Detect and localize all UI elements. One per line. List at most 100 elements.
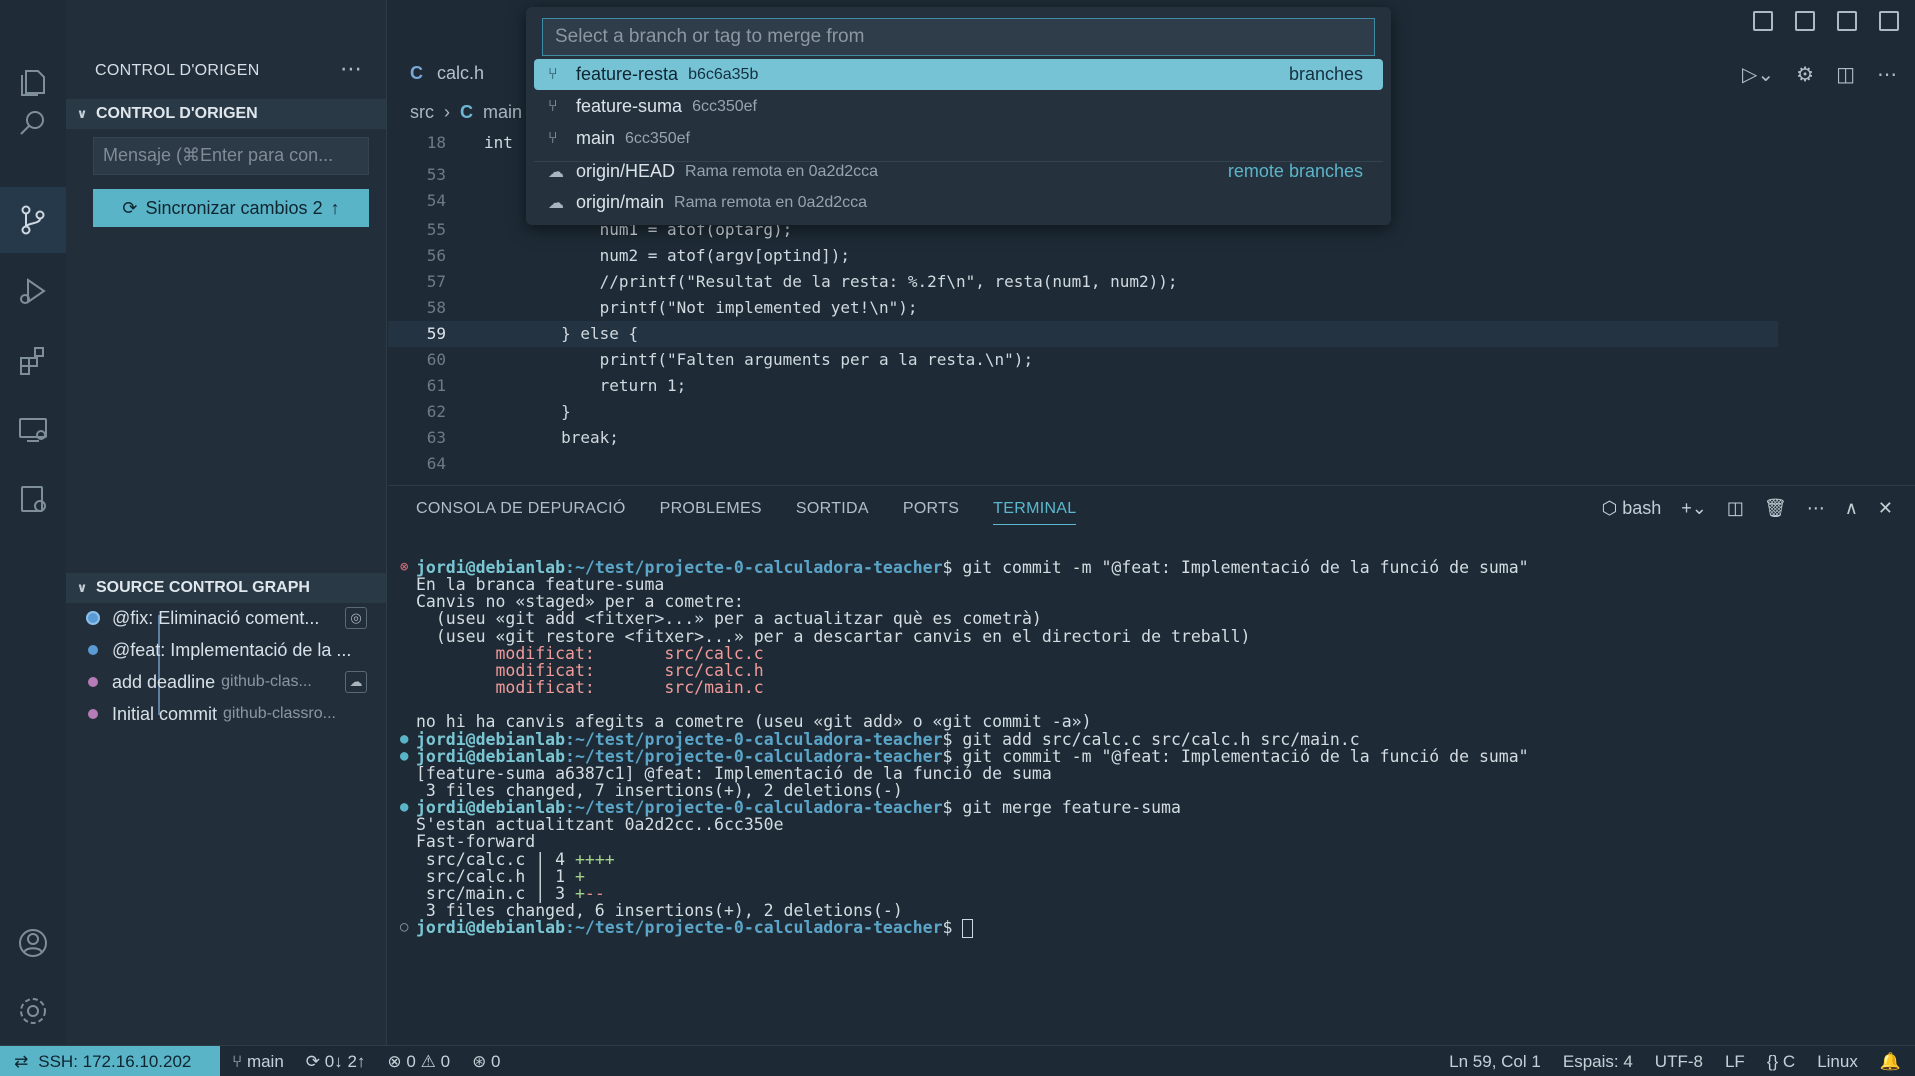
os-indicator[interactable]: Linux	[1817, 1052, 1858, 1072]
tab-debug-console[interactable]: CONSOLA DE DEPURACIÓ	[416, 500, 626, 525]
sync-changes-button[interactable]: ⟳ Sincronizar cambios 2 ↑	[93, 189, 369, 227]
source-control-icon[interactable]	[0, 187, 66, 253]
prompt-user: jordi@debianlab	[416, 746, 566, 766]
settings-icon[interactable]: ⚙	[1796, 62, 1814, 87]
diff-insertions: +	[574, 866, 585, 886]
code-line[interactable]: 61 return 1;	[388, 373, 1778, 399]
graph-commit[interactable]: @fix: Eliminació coment... ◎	[66, 603, 386, 633]
split-editor-icon[interactable]: ◫	[1836, 62, 1855, 87]
warning-icon: ⚠	[420, 1051, 436, 1071]
problems-indicator[interactable]: ⊗ 0 ⚠ 0	[387, 1052, 450, 1072]
prompt-user: jordi@debianlab	[416, 729, 566, 749]
ports-indicator[interactable]: ⊛ 0	[472, 1052, 500, 1072]
new-terminal-icon[interactable]: +⌄	[1681, 498, 1707, 519]
status-word: modificat:	[416, 678, 595, 698]
remote-explorer-icon[interactable]	[0, 396, 66, 462]
command-text: $ git commit -m "@feat: Implementació de…	[942, 746, 1529, 766]
terminal-line: modificat: src/main.c	[416, 678, 763, 698]
command-text: $ git add src/calc.c src/calc.h src/main…	[942, 729, 1360, 749]
source-control-section-header[interactable]: ∨ CONTROL D'ORIGEN	[66, 99, 386, 129]
toggle-panel-icon[interactable]	[1795, 11, 1815, 31]
terminal-line: ⊗ jordi@debianlab:~/test/projecte-0-calcu…	[400, 558, 1529, 577]
item-label: main	[576, 128, 616, 148]
notifications-bell-icon[interactable]: 🔔	[1880, 1052, 1901, 1072]
commit-label: Initial commit	[112, 703, 218, 724]
commit-message-input[interactable]: Mensaje (⌘Enter para con...	[93, 137, 369, 175]
language-mode[interactable]: {} C	[1767, 1052, 1795, 1072]
end-of-line[interactable]: LF	[1725, 1052, 1745, 1072]
c-file-icon: C	[410, 62, 423, 83]
error-icon: ⊗	[387, 1051, 402, 1071]
code-line[interactable]: 62 }	[388, 399, 1778, 425]
quick-pick-item[interactable]: ⑂ feature-suma 6cc350ef	[534, 91, 1383, 122]
breadcrumb-file[interactable]: main	[483, 102, 522, 123]
command-decoration-icon[interactable]: ○	[400, 919, 408, 936]
indentation[interactable]: Espais: 4	[1563, 1052, 1633, 1072]
terminal-selector[interactable]: ⬡ bash	[1601, 498, 1661, 519]
customize-layout-icon[interactable]	[1879, 11, 1899, 31]
prompt-user: jordi@debianlab	[416, 798, 566, 818]
code-line[interactable]: 64	[388, 451, 1778, 477]
terminal-line: Canvis no «staged» per a cometre:	[416, 592, 744, 612]
quick-pick-item[interactable]: ☁ origin/HEAD Rama remota en 0a2d2cca re…	[534, 156, 1383, 187]
run-icon[interactable]: ▷⌄	[1742, 62, 1774, 87]
maximize-panel-icon[interactable]: ∧	[1845, 498, 1858, 519]
tab-terminal[interactable]: TERMINAL	[993, 500, 1077, 525]
commit-dot	[88, 613, 98, 623]
remote-indicator[interactable]: ⇄ SSH: 172.16.10.202	[0, 1046, 220, 1076]
quick-pick-item[interactable]: ☁ origin/main Rama remota en 0a2d2cca	[534, 187, 1383, 218]
sidebar-title: CONTROL D'ORIGEN	[95, 62, 260, 79]
graph-commit[interactable]: @feat: Implementació de la ...	[66, 635, 386, 665]
section-title: SOURCE CONTROL GRAPH	[96, 579, 310, 596]
cursor-position[interactable]: Ln 59, Col 1	[1449, 1052, 1541, 1072]
code-line[interactable]: 57 //printf("Resultat de la resta: %.2f\…	[388, 269, 1778, 295]
command-text: $ git commit -m "@feat: Implementació de…	[942, 558, 1529, 577]
graph-commit[interactable]: add deadline github-clas... ☁	[66, 667, 386, 697]
editor-tab[interactable]: C calc.h	[388, 52, 506, 94]
more-actions-icon[interactable]: ⋯	[340, 56, 362, 82]
prompt-path: :~/test/projecte-0-calculadora-teacher	[565, 798, 943, 818]
tab-problems[interactable]: PROBLEMES	[660, 500, 762, 525]
diff-file: src/calc.c | 4	[416, 849, 575, 869]
trash-icon[interactable]: 🗑	[1764, 498, 1787, 519]
warning-count: 0	[440, 1051, 451, 1071]
tab-ports[interactable]: PORTS	[903, 500, 959, 525]
commit-author: github-classro...	[223, 705, 336, 722]
graph-section-header[interactable]: ∨ SOURCE CONTROL GRAPH	[66, 573, 386, 603]
code-line-current[interactable]: 59 } else {	[388, 321, 1778, 347]
terminal-cursor	[962, 919, 974, 939]
breadcrumb-folder[interactable]: src	[410, 102, 434, 123]
quick-pick-item[interactable]: ⑂ main 6cc350ef	[534, 123, 1383, 154]
split-terminal-icon[interactable]: ◫	[1727, 498, 1744, 519]
graph-commit[interactable]: Initial commit github-classro...	[66, 699, 386, 729]
quick-pick-item[interactable]: ⑂ feature-resta b6c6a35b branches	[534, 59, 1383, 90]
manage-gear-icon[interactable]	[0, 978, 66, 1044]
branch-indicator[interactable]: ⑂ main	[232, 1052, 284, 1072]
encoding[interactable]: UTF-8	[1655, 1052, 1703, 1072]
search-icon[interactable]	[0, 90, 66, 156]
code-line[interactable]: 63 break;	[388, 425, 1778, 451]
more-actions-icon[interactable]: ⋯	[1877, 62, 1897, 87]
close-panel-icon[interactable]: ✕	[1878, 498, 1893, 519]
run-debug-icon[interactable]	[0, 258, 66, 324]
code-line[interactable]: 58 printf("Not implemented yet!\n");	[388, 295, 1778, 321]
quick-pick-input[interactable]: Select a branch or tag to merge from	[542, 18, 1375, 56]
account-icon[interactable]	[0, 910, 66, 976]
git-branch-icon: ⑂	[548, 97, 558, 115]
tab-output[interactable]: SORTIDA	[796, 500, 869, 525]
terminal-line: src/main.c | 3 +--	[416, 885, 605, 902]
extensions-icon[interactable]	[0, 327, 66, 393]
command-decoration-icon[interactable]: ●	[400, 731, 408, 748]
testing-icon[interactable]	[0, 466, 66, 532]
command-decoration-icon[interactable]: ●	[400, 748, 408, 765]
command-decoration-icon[interactable]: ●	[400, 799, 408, 816]
code-line[interactable]: 60 printf("Falten arguments per a la res…	[388, 347, 1778, 373]
toggle-sidebar-icon[interactable]	[1753, 11, 1773, 31]
more-actions-icon[interactable]: ⋯	[1807, 498, 1825, 519]
error-decoration-icon[interactable]: ⊗	[400, 559, 408, 576]
sync-indicator[interactable]: ⟳ 0↓ 2↑	[306, 1052, 366, 1072]
item-description: b6c6a35b	[688, 65, 759, 83]
terminal-line: modificat: src/calc.h	[416, 662, 763, 679]
toggle-secondary-sidebar-icon[interactable]	[1837, 11, 1857, 31]
code-line[interactable]: 56 num2 = atof(argv[optind]);	[388, 243, 1778, 269]
